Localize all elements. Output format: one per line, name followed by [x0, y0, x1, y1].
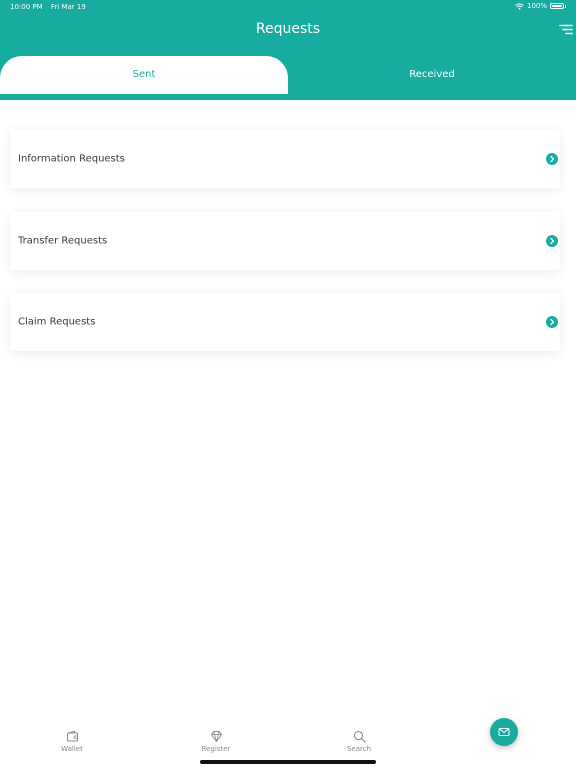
- list-item-transfer-requests[interactable]: Transfer Requests: [10, 212, 560, 270]
- battery-tip: [565, 4, 566, 8]
- mail-icon: [498, 728, 510, 736]
- nav-item-search[interactable]: Search: [319, 730, 399, 753]
- status-left: 10:00 PM Fri Mar 19: [10, 3, 92, 11]
- status-time: 10:00 PM: [10, 3, 43, 11]
- nav-item-register[interactable]: Register: [176, 730, 256, 753]
- status-right: 100%: [515, 2, 566, 10]
- battery-icon: [550, 3, 564, 9]
- wifi-icon: [515, 2, 524, 10]
- new-request-button[interactable]: [490, 718, 518, 746]
- list-item-label: Transfer Requests: [18, 235, 108, 247]
- status-bar: 10:00 PM Fri Mar 19 100%: [0, 0, 576, 14]
- chevron-right-icon: [546, 235, 558, 247]
- tab-sent[interactable]: Sent: [0, 56, 288, 94]
- status-date: Fri Mar 19: [50, 3, 86, 11]
- chevron-right-icon: [546, 153, 558, 165]
- nav-label-wallet: Wallet: [61, 745, 83, 753]
- search-icon: [353, 730, 366, 743]
- list-item-information-requests[interactable]: Information Requests: [10, 130, 560, 188]
- page-title: Requests: [255, 21, 321, 37]
- home-indicator: [200, 760, 376, 764]
- chevron-right-icon: [546, 316, 558, 328]
- list-item-claim-requests[interactable]: Claim Requests: [10, 293, 560, 351]
- menu-icon[interactable]: [559, 23, 573, 37]
- battery-percent: 100%: [526, 2, 547, 10]
- nav-label-register: Register: [201, 745, 231, 753]
- list-item-label: Claim Requests: [18, 316, 96, 328]
- nav-label-search: Search: [346, 745, 372, 753]
- diamond-icon: [210, 731, 222, 742]
- nav-item-wallet[interactable]: Wallet: [32, 730, 112, 753]
- tab-received[interactable]: Received: [288, 56, 576, 94]
- wallet-icon: [66, 730, 78, 742]
- list-item-label: Information Requests: [18, 153, 125, 165]
- tab-bar: Sent Received: [0, 56, 576, 94]
